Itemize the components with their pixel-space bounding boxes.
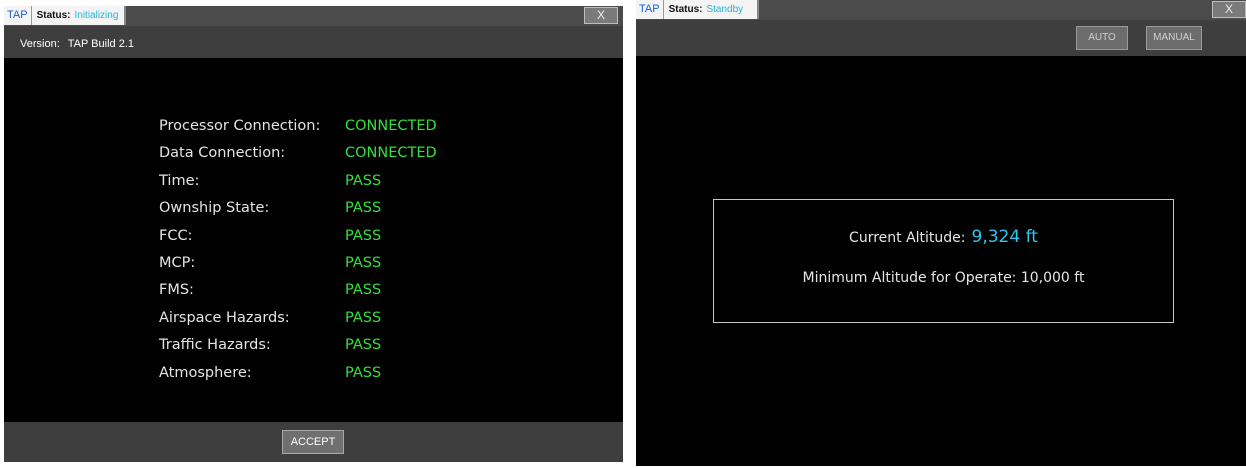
version-value: TAP Build 2.1 (67, 38, 134, 50)
check-row: Processor Connection: CONNECTED (159, 118, 479, 145)
check-label: MCP: (159, 254, 196, 271)
check-label: Processor Connection: (159, 118, 321, 134)
footer-bar: ACCEPT (4, 422, 623, 462)
check-status: PASS (345, 337, 382, 354)
check-row: MCP: PASS (159, 255, 479, 282)
check-row: Data Connection: CONNECTED (159, 145, 479, 172)
mode-bar: AUTO MANUAL (636, 20, 1246, 56)
check-status: PASS (345, 254, 382, 271)
status-tab: Status: Standby (663, 0, 760, 19)
title-bar: TAP Status: Standby X (636, 0, 1246, 20)
current-altitude-label: Current Altitude: (849, 230, 966, 246)
version-info: Version: TAP Build 2.1 (20, 38, 134, 50)
title-tabs: TAP Status: Initializing (4, 6, 127, 25)
tap-initialization-window: TAP Status: Initializing X Version: TAP Bu… (4, 6, 623, 462)
auto-mode-button[interactable]: AUTO (1076, 26, 1128, 50)
version-bar: Version: TAP Build 2.1 (4, 26, 623, 58)
title-bar: TAP Status: Initializing X (4, 6, 623, 26)
version-label: Version: (20, 38, 60, 50)
tap-standby-window: TAP Status: Standby X AUTO MANUAL Current… (636, 0, 1246, 466)
altitude-info-box: Current Altitude: 9,324 ft Minimum Altitu… (713, 199, 1174, 323)
check-label: Data Connection: (159, 145, 286, 162)
check-status: PASS (345, 282, 382, 299)
accept-button[interactable]: ACCEPT (282, 430, 344, 454)
check-status: PASS (345, 200, 382, 217)
manual-mode-button[interactable]: MANUAL (1146, 26, 1202, 50)
check-label: Airspace Hazards: (159, 309, 290, 326)
check-status: CONNECTED (345, 118, 437, 134)
title-tabs: TAP Status: Standby (636, 0, 760, 19)
current-altitude-row: Current Altitude: 9,324 ft (714, 227, 1173, 247)
check-status: PASS (345, 364, 382, 381)
status-tab: Status: Initializing (31, 6, 127, 25)
status-label: Status: (36, 10, 71, 21)
status-value: Initializing (74, 10, 119, 21)
check-label: FMS: (159, 282, 194, 299)
check-row: Time: PASS (159, 173, 479, 200)
system-check-list: Processor Connection: CONNECTED Data Con… (159, 118, 479, 392)
tap-tab[interactable]: TAP (636, 0, 664, 19)
close-button[interactable]: X (584, 7, 618, 24)
tap-tab[interactable]: TAP (4, 6, 32, 25)
check-status: CONNECTED (345, 145, 437, 162)
check-row: FMS: PASS (159, 282, 479, 309)
check-row: Atmosphere: PASS (159, 365, 479, 392)
check-row: Airspace Hazards: PASS (159, 310, 479, 337)
status-value: Standby (706, 4, 744, 15)
check-label: Traffic Hazards: (159, 337, 271, 354)
check-label: FCC: (159, 227, 193, 244)
check-status: PASS (345, 172, 382, 189)
current-altitude-value: 9,324 ft (971, 227, 1038, 247)
check-status: PASS (345, 309, 382, 326)
check-label: Time: (159, 172, 200, 189)
check-label: Atmosphere: (159, 364, 252, 381)
check-row: FCC: PASS (159, 228, 479, 255)
check-status: PASS (345, 227, 382, 244)
close-button[interactable]: X (1212, 1, 1246, 18)
check-row: Ownship State: PASS (159, 200, 479, 227)
check-row: Traffic Hazards: PASS (159, 337, 479, 364)
status-label: Status: (668, 4, 703, 15)
check-label: Ownship State: (159, 200, 270, 217)
minimum-altitude-text: Minimum Altitude for Operate: 10,000 ft (802, 270, 1085, 286)
